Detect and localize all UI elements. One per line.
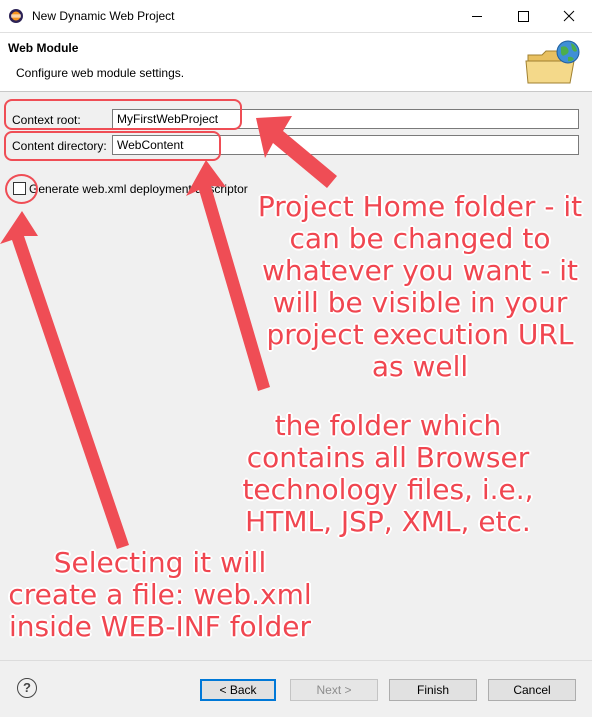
- help-icon[interactable]: ?: [17, 678, 37, 698]
- folder-globe-icon: [525, 40, 580, 84]
- page-title: Web Module: [8, 41, 79, 55]
- wizard-banner: Web Module Configure web module settings…: [0, 33, 592, 92]
- annotation-web-xml: Selecting it will create a file: web.xml…: [8, 546, 312, 643]
- title-bar: New Dynamic Web Project: [0, 0, 592, 33]
- close-button[interactable]: [546, 0, 592, 32]
- annotation-box-content-directory: [4, 131, 221, 161]
- window-title: New Dynamic Web Project: [32, 9, 175, 23]
- back-button[interactable]: < Back: [200, 679, 276, 701]
- generate-webxml-label: Generate web.xml deployment descriptor: [29, 182, 248, 196]
- cancel-button[interactable]: Cancel: [488, 679, 576, 701]
- annotation-circle-checkbox: [5, 174, 38, 204]
- annotation-box-context-root: [4, 99, 242, 130]
- arrow-to-checkbox: [0, 211, 129, 549]
- minimize-button[interactable]: [454, 0, 500, 32]
- next-button[interactable]: Next >: [290, 679, 378, 701]
- maximize-button[interactable]: [500, 0, 546, 32]
- eclipse-icon: [9, 9, 23, 23]
- annotation-project-home: Project Home folder - it can be changed …: [257, 190, 583, 383]
- page-description: Configure web module settings.: [16, 66, 185, 80]
- close-icon: [563, 10, 575, 22]
- annotation-content-folder: the folder which contains all Browser te…: [242, 409, 534, 538]
- finish-button[interactable]: Finish: [389, 679, 477, 701]
- minimize-icon: [472, 16, 482, 17]
- maximize-icon: [518, 11, 529, 22]
